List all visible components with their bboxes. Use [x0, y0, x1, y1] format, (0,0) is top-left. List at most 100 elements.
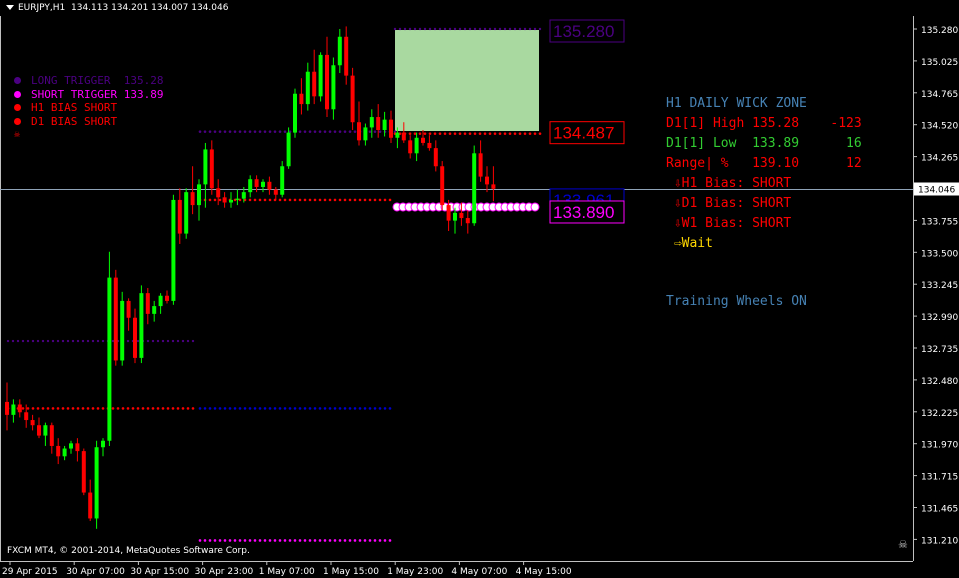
- candle-body[interactable]: [350, 75, 355, 123]
- candle-body[interactable]: [107, 277, 112, 441]
- candle-body[interactable]: [472, 153, 477, 224]
- candle-body[interactable]: [145, 293, 150, 314]
- candle-body[interactable]: [261, 181, 265, 187]
- candle-body[interactable]: [24, 412, 29, 421]
- candle-body[interactable]: [344, 36, 349, 76]
- candle-body[interactable]: [184, 192, 189, 234]
- candle-body[interactable]: [299, 93, 304, 105]
- candle-body[interactable]: [171, 199, 176, 301]
- candle-body[interactable]: [101, 440, 105, 448]
- candle-body[interactable]: [248, 179, 253, 193]
- candle-body[interactable]: [414, 137, 419, 154]
- candle-body[interactable]: [286, 132, 291, 167]
- price-tick-label: 133.755: [921, 217, 958, 227]
- candle-body[interactable]: [139, 293, 144, 358]
- candle-body[interactable]: [446, 205, 451, 221]
- candle-body[interactable]: [267, 181, 272, 190]
- candle-body[interactable]: [216, 188, 221, 198]
- magenta-level-dot: [198, 539, 202, 542]
- candle-body[interactable]: [337, 36, 342, 66]
- candle-body[interactable]: [203, 149, 208, 185]
- candle-body[interactable]: [376, 117, 381, 130]
- magenta-level-dot: [353, 539, 357, 542]
- zone-mid-dot: [458, 132, 462, 135]
- candle-body[interactable]: [421, 137, 425, 143]
- candle-body[interactable]: [363, 127, 368, 141]
- skull-icon: ☠: [14, 129, 21, 140]
- candle-body[interactable]: [331, 65, 336, 110]
- bias-level-dot: [308, 198, 312, 202]
- long-level-dot: [348, 130, 352, 133]
- candle-body[interactable]: [280, 166, 285, 195]
- zone-mid-dot: [473, 132, 477, 135]
- candle-body[interactable]: [229, 199, 233, 203]
- candle-body[interactable]: [433, 148, 438, 167]
- old-bias-level-dot: [91, 407, 95, 410]
- candle-body[interactable]: [30, 420, 35, 426]
- price-tick-label: 133.500: [921, 249, 958, 259]
- candle-body[interactable]: [94, 447, 99, 519]
- candle-body[interactable]: [485, 176, 489, 185]
- candle-body[interactable]: [126, 300, 131, 318]
- candle-body[interactable]: [254, 179, 259, 187]
- candle-body[interactable]: [235, 198, 240, 200]
- long-trigger-dot: [493, 27, 497, 31]
- candle-body[interactable]: [325, 54, 329, 110]
- candle-body[interactable]: [75, 443, 80, 452]
- long-level-dot: [308, 130, 312, 133]
- candle-body[interactable]: [120, 300, 125, 361]
- candle-body[interactable]: [11, 404, 16, 415]
- candle-body[interactable]: [357, 122, 361, 141]
- candle-body[interactable]: [177, 199, 182, 234]
- long-level-dot: [208, 130, 212, 133]
- candle-body[interactable]: [62, 448, 67, 457]
- candle-body[interactable]: [190, 192, 195, 206]
- candle-body[interactable]: [312, 71, 317, 97]
- candle-body[interactable]: [113, 277, 118, 361]
- candle-body[interactable]: [133, 317, 137, 358]
- candle-body[interactable]: [49, 425, 54, 446]
- candle-body[interactable]: [5, 401, 9, 415]
- candle-body[interactable]: [37, 425, 41, 436]
- wick-zone-box[interactable]: [395, 30, 539, 131]
- candle-body[interactable]: [453, 212, 457, 221]
- old-long-level-dot: [161, 339, 165, 343]
- candle-body[interactable]: [88, 492, 93, 519]
- old-bias-level-dot: [96, 407, 100, 410]
- candle-body[interactable]: [241, 192, 246, 199]
- candle-body[interactable]: [69, 443, 73, 449]
- chevron-down-icon[interactable]: [6, 5, 14, 10]
- candle-body[interactable]: [382, 119, 387, 130]
- long-trigger-dot-icon: [14, 77, 21, 85]
- candle-body[interactable]: [222, 197, 227, 203]
- magenta-level-dot: [318, 539, 322, 542]
- candle-body[interactable]: [318, 54, 323, 97]
- blue-level-dot: [308, 407, 312, 410]
- candle-body[interactable]: [465, 218, 470, 224]
- candle-body[interactable]: [165, 295, 169, 301]
- candle-body[interactable]: [459, 212, 464, 219]
- candle-body[interactable]: [440, 166, 445, 206]
- long-trigger-dot: [448, 27, 452, 31]
- candle-body[interactable]: [408, 140, 413, 154]
- candle-body[interactable]: [369, 117, 374, 128]
- candle-body[interactable]: [43, 425, 48, 436]
- candle-body[interactable]: [56, 445, 61, 457]
- candle-body[interactable]: [293, 93, 297, 133]
- range-label: Range| %: [666, 156, 729, 171]
- candle-body[interactable]: [491, 184, 496, 189]
- candle-body[interactable]: [273, 189, 278, 195]
- candle-body[interactable]: [478, 153, 483, 177]
- candle-body[interactable]: [152, 306, 157, 314]
- candle-body[interactable]: [17, 404, 22, 413]
- candle-body[interactable]: [427, 142, 432, 149]
- time-tick-label: 30 Apr 15:00: [130, 567, 189, 577]
- candle-body[interactable]: [81, 451, 86, 493]
- candle-body[interactable]: [305, 71, 310, 105]
- candle-body[interactable]: [401, 132, 406, 141]
- candle-body[interactable]: [197, 184, 201, 206]
- candle-body[interactable]: [158, 295, 163, 307]
- candle-body[interactable]: [389, 119, 393, 138]
- candle-body[interactable]: [395, 132, 400, 138]
- candle-body[interactable]: [209, 149, 214, 189]
